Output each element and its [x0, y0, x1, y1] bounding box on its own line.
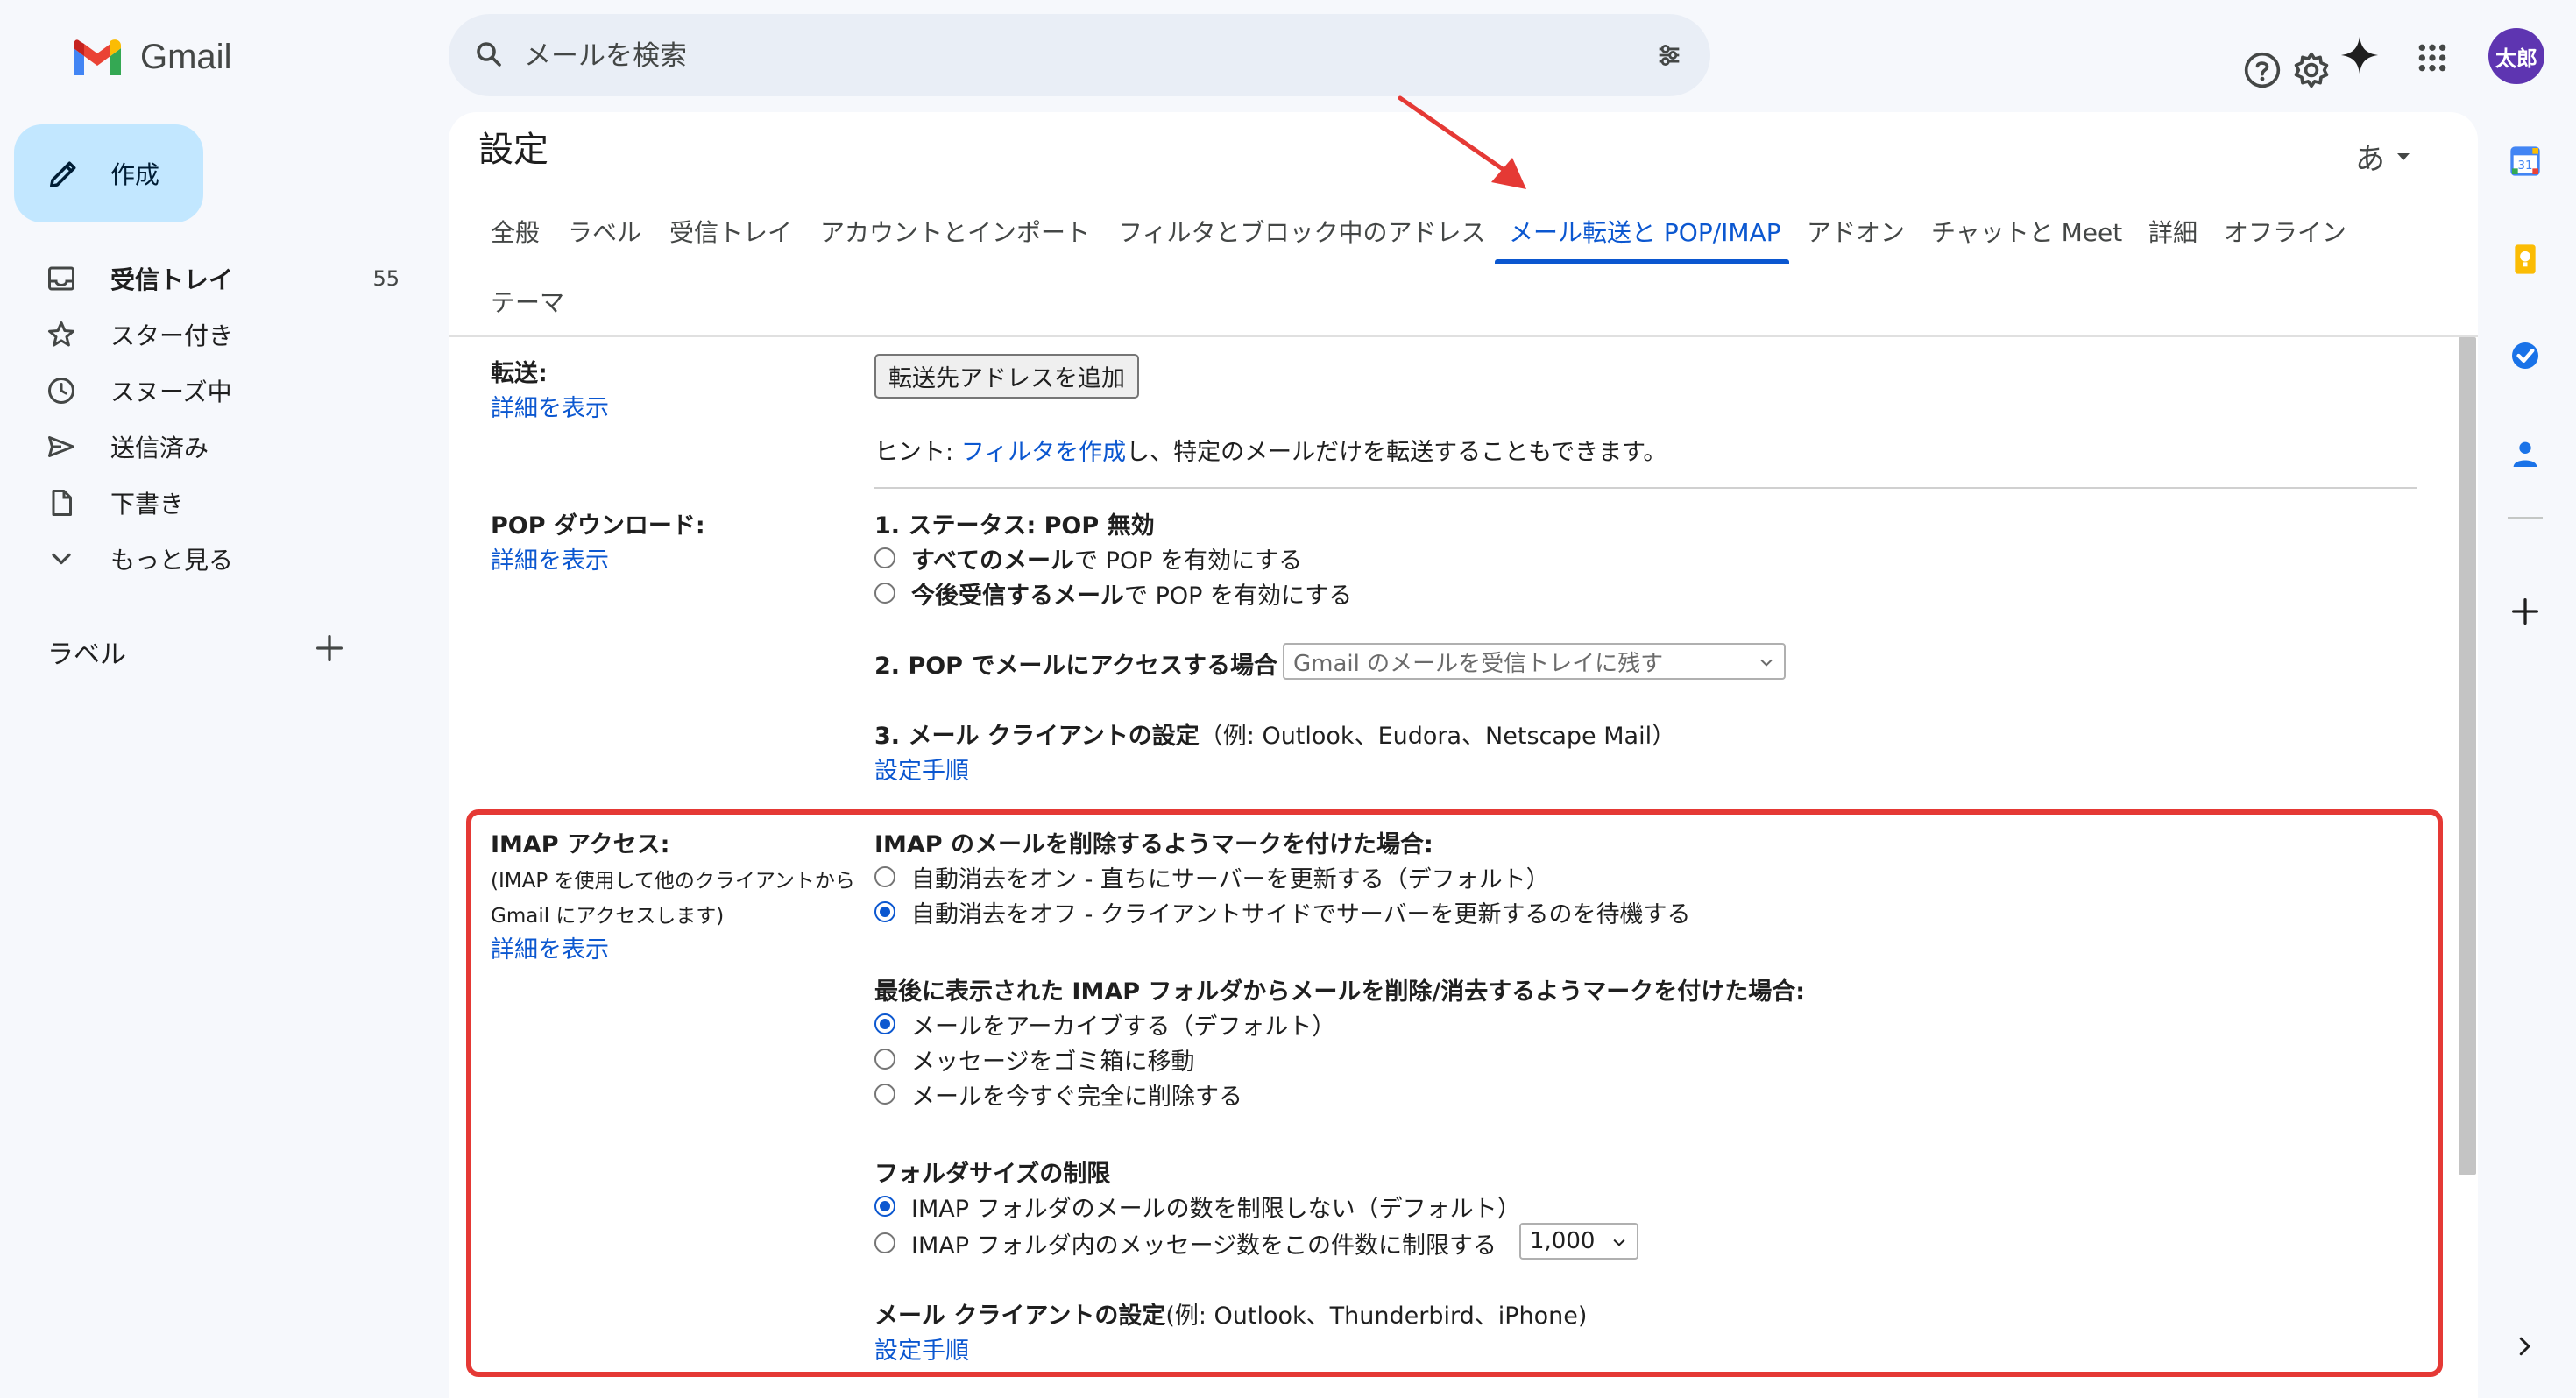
plus-icon[interactable] — [2508, 594, 2543, 629]
search-icon[interactable] — [473, 39, 505, 70]
search-bar[interactable] — [449, 14, 1710, 96]
pop-label: POP ダウンロード: — [491, 512, 705, 540]
sidebar-item-inbox[interactable]: 受信トレイ 55 — [0, 251, 438, 307]
option-rest: で POP を有効にする — [1074, 547, 1303, 575]
gmail-logo[interactable]: Gmail — [70, 35, 231, 79]
pop-all-mail-radio[interactable] — [874, 547, 895, 568]
tab-general[interactable]: 全般 — [491, 214, 540, 249]
divider — [874, 487, 2417, 489]
apps-grid-icon[interactable] — [2415, 40, 2450, 75]
hint-prefix: ヒント: — [874, 439, 961, 466]
sidebar-item-label: スター付き — [110, 321, 234, 350]
option-bold: 今後受信するメール — [911, 582, 1124, 610]
help-icon[interactable] — [2243, 51, 2282, 89]
tasks-icon[interactable] — [2508, 338, 2543, 373]
search-options-icon[interactable] — [1654, 40, 1684, 70]
chevron-right-icon[interactable] — [2511, 1333, 2537, 1359]
sidebar-item-label: もっと見る — [110, 546, 234, 575]
option-rest: で POP を有効にする — [1124, 582, 1353, 610]
compose-label: 作成 — [110, 160, 160, 189]
calendar-icon[interactable]: 31 — [2508, 144, 2543, 179]
imap-highlight-box — [466, 809, 2443, 1377]
compose-button[interactable]: 作成 — [14, 124, 203, 222]
gmail-m-icon — [74, 39, 121, 75]
pop-access-value: Gmail のメールを受信トレイに残す — [1293, 650, 1664, 677]
sidebar-item-label: スヌーズ中 — [110, 378, 232, 406]
gear-icon[interactable] — [2292, 51, 2331, 89]
sidebar-item-label: 下書き — [110, 490, 185, 519]
gemini-sparkle-icon[interactable] — [2339, 35, 2380, 75]
tab-accounts[interactable]: アカウントとインポート — [820, 214, 1090, 249]
client-setup-bold: 3. メール クライアントの設定 — [874, 723, 1200, 750]
inbox-icon — [48, 266, 74, 291]
plus-icon[interactable] — [312, 631, 347, 666]
send-icon — [48, 436, 74, 457]
tab-themes[interactable]: テーマ — [491, 284, 564, 319]
sidebar-item-label: 送信済み — [110, 434, 209, 462]
sidebar-item-label: 受信トレイ — [110, 265, 234, 294]
star-icon — [48, 321, 74, 347]
tab-advanced[interactable]: 詳細 — [2148, 214, 2197, 249]
contacts-icon[interactable] — [2508, 436, 2543, 471]
annotation-arrow-icon — [1398, 95, 1526, 189]
draft-icon — [52, 490, 72, 516]
tab-addons[interactable]: アドオン — [1807, 214, 1905, 249]
chevron-down-icon — [52, 553, 71, 565]
pop-learn-more-link[interactable]: 詳細を表示 — [491, 541, 609, 575]
pop-setup-instructions-link[interactable]: 設定手順 — [874, 752, 969, 786]
sidebar-item-sent[interactable]: 送信済み — [0, 419, 438, 475]
input-tools-label: あ — [2355, 142, 2385, 177]
pop-access-label: 2. POP でメールにアクセスする場合 — [874, 653, 1278, 680]
create-filter-link[interactable]: フィルタを作成 — [961, 439, 1126, 466]
page-title: 設定 — [478, 130, 548, 170]
tab-inbox[interactable]: 受信トレイ — [669, 214, 792, 249]
divider — [2508, 517, 2543, 519]
hint-suffix: し、特定のメールだけを転送することもできます。 — [1126, 439, 1667, 466]
pop-access-select[interactable]: Gmail のメールを受信トレイに残す — [1283, 643, 1786, 680]
add-forwarding-address-button[interactable]: 転送先アドレスを追加 — [874, 354, 1139, 399]
tab-labels[interactable]: ラベル — [568, 214, 641, 249]
pop-all-mail-option: すべてのメールで POP を有効にする — [911, 541, 1302, 575]
pop-status: 1. ステータス: POP 無効 — [874, 512, 1155, 540]
gmail-wordmark: Gmail — [140, 37, 232, 76]
sidebar-item-drafts[interactable]: 下書き — [0, 475, 438, 531]
forwarding-learn-more-link[interactable]: 詳細を表示 — [491, 389, 609, 423]
divider — [449, 335, 2478, 337]
sidebar-item-starred[interactable]: スター付き — [0, 307, 438, 363]
labels-heading: ラベル — [47, 639, 126, 670]
svg-text:31: 31 — [2518, 159, 2533, 173]
pop-new-mail-option: 今後受信するメールで POP を有効にする — [911, 576, 1352, 611]
chevron-down-icon — [1760, 659, 1773, 667]
client-setup-examples: （例: Outlook、Eudora、Netscape Mail） — [1199, 723, 1676, 750]
pop-new-mail-radio[interactable] — [874, 582, 895, 604]
active-tab-indicator — [1495, 259, 1789, 264]
caret-down-icon — [2397, 152, 2410, 160]
tab-forwarding-pop-imap[interactable]: メール転送と POP/IMAP — [1509, 214, 1781, 249]
keep-icon[interactable] — [2508, 242, 2543, 277]
sidebar-item-more[interactable]: もっと見る — [0, 531, 438, 587]
unread-count: 55 — [372, 266, 400, 291]
pencil-icon — [50, 161, 76, 187]
avatar[interactable]: 太郎 — [2488, 28, 2544, 84]
tab-chat-meet[interactable]: チャットと Meet — [1931, 214, 2122, 249]
sidebar-item-snoozed[interactable]: スヌーズ中 — [0, 363, 438, 419]
tab-filters[interactable]: フィルタとブロック中のアドレス — [1118, 214, 1485, 249]
forwarding-hint: ヒント: フィルタを作成し、特定のメールだけを転送することもできます。 — [874, 433, 1667, 467]
tab-offline[interactable]: オフライン — [2224, 214, 2346, 249]
pop-client-setup: 3. メール クライアントの設定（例: Outlook、Eudora、Netsc… — [874, 717, 1675, 751]
option-bold: すべてのメール — [911, 547, 1075, 575]
scrollbar-thumb[interactable] — [2459, 337, 2476, 1175]
input-tools-button[interactable]: あ — [2355, 135, 2411, 178]
search-input[interactable] — [522, 30, 1595, 82]
clock-icon — [48, 378, 74, 404]
forwarding-label: 転送: — [491, 360, 548, 387]
